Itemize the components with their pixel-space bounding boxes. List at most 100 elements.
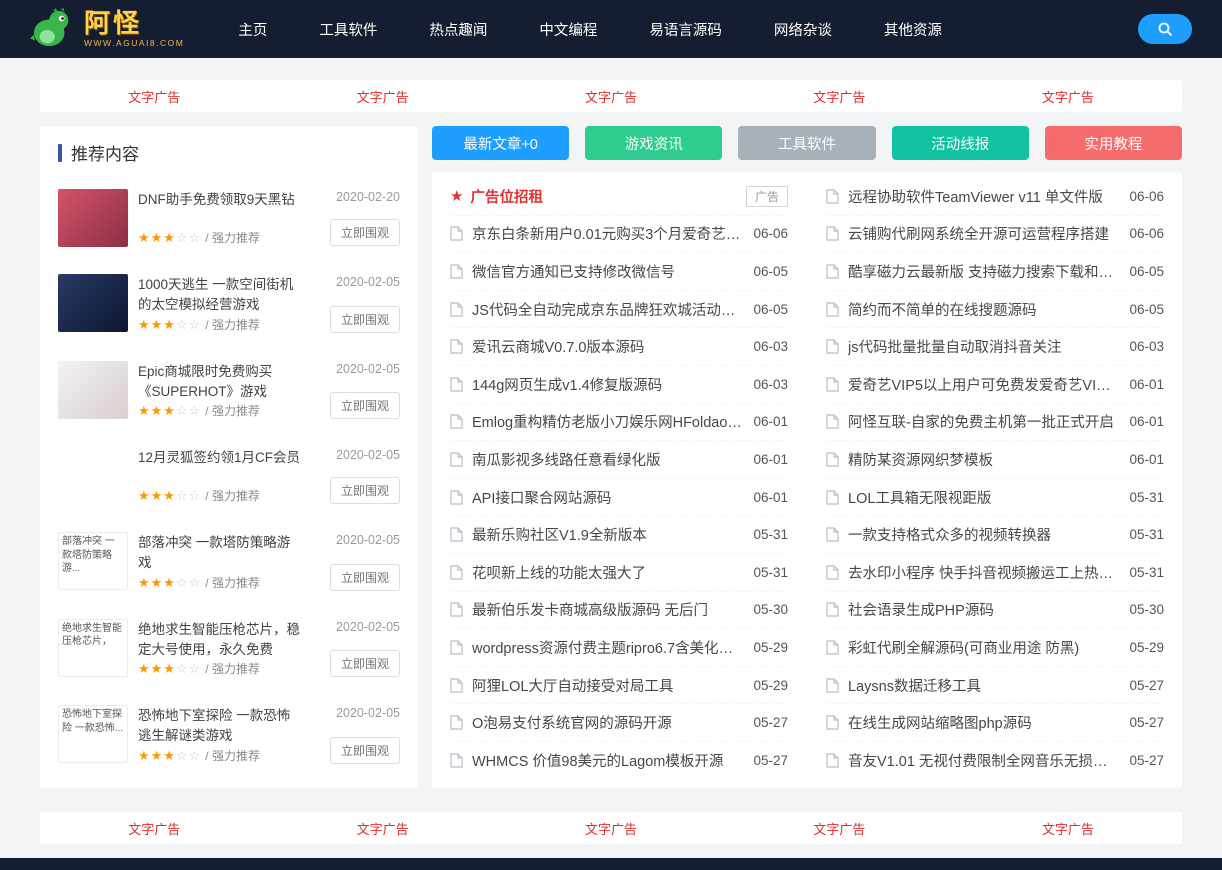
document-icon: [450, 602, 463, 617]
article-title: 去水印小程序 快手抖音视频搬运工上热门...: [848, 565, 1120, 582]
nav-item-4[interactable]: 易语言源码: [647, 13, 724, 46]
document-icon: [826, 677, 839, 693]
article-title: 社会语录生成PHP源码: [848, 603, 994, 620]
article-title: Laysns数据迁移工具: [848, 678, 981, 695]
document-icon: [826, 565, 839, 580]
document-icon: [826, 715, 839, 730]
article-row[interactable]: Emlog重构精仿老版小刀娱乐网HFoldao模... 06-01: [450, 404, 788, 442]
article-row[interactable]: Laysns数据迁移工具 05-27: [826, 667, 1164, 705]
article-row[interactable]: 最新伯乐发卡商城高级版源码 无后门 05-30: [450, 592, 788, 630]
article-row[interactable]: WHMCS 价值98美元的Lagom模板开源 05-27: [450, 742, 788, 780]
text-ad[interactable]: 文字广告: [268, 80, 496, 112]
article-row[interactable]: 144g网页生成v1.4修复版源码 06-03: [450, 366, 788, 404]
text-ad[interactable]: 文字广告: [40, 812, 268, 844]
nav-item-3[interactable]: 中文编程: [537, 13, 599, 46]
item-date: 2020-02-20: [336, 190, 400, 204]
recommended-item[interactable]: 绝地求生智能压枪芯片， 绝地求生智能压枪芯片，稳定大号使用，永久免费 ★★★☆☆ / …: [58, 605, 400, 692]
recommended-item[interactable]: DNF助手免费领取9天黑钻 ★★★☆☆ / 强力推荐 2020-02-20 立即围观: [58, 175, 400, 260]
article-row[interactable]: O泡易支付系统官网的源码开源 05-27: [450, 704, 788, 742]
document-icon: [826, 602, 839, 617]
article-row[interactable]: 阿狸LOL大厅自动接受对局工具 05-29: [450, 667, 788, 705]
tab-2[interactable]: 工具软件: [738, 126, 876, 160]
recommended-item[interactable]: 恐怖地下室探险 一款恐怖... 恐怖地下室探险 一款恐怖逃生解谜类游戏 ★★★☆☆ /…: [58, 691, 400, 778]
text-ad[interactable]: 文字广告: [725, 812, 953, 844]
tab-0[interactable]: 最新文章+0: [432, 126, 570, 160]
stars-filled-icon: ★★★: [138, 574, 176, 590]
tab-4[interactable]: 实用教程: [1044, 126, 1183, 160]
text-ad[interactable]: 文字广告: [725, 80, 953, 112]
article-row[interactable]: 南瓜影视多线路任意看绿化版 06-01: [450, 441, 788, 479]
view-now-button[interactable]: 立即围观: [329, 477, 400, 504]
tab-3[interactable]: 活动线报: [891, 126, 1029, 160]
nav-item-6[interactable]: 其他资源: [882, 13, 944, 46]
article-title: 微信官方通知已支持修改微信号: [472, 264, 675, 281]
tab-1[interactable]: 游戏资讯: [585, 126, 723, 160]
ad-slot-row[interactable]: ★ 广告位招租 广告: [450, 178, 788, 216]
article-row[interactable]: 云铺购代刷网系统全开源可运营程序搭建 06-06: [826, 216, 1164, 254]
article-row[interactable]: 爱讯云商城V0.7.0版本源码 06-03: [450, 328, 788, 366]
recommended-item[interactable]: 1000天逃生 一款空间街机的太空模拟经营游戏 ★★★☆☆ / 强力推荐 2020-0…: [58, 260, 400, 347]
article-row[interactable]: 简约而不简单的在线搜题源码 06-05: [826, 291, 1164, 329]
logo-subtitle: WWW.AGUAI8.COM: [84, 38, 185, 49]
view-now-button[interactable]: 立即围观: [329, 305, 400, 333]
article-row[interactable]: 微信官方通知已支持修改微信号 06-05: [450, 253, 788, 291]
article-row[interactable]: LOL工具箱无限视距版 05-31: [826, 479, 1164, 517]
item-title: 12月灵狐签约领1月CF会员: [138, 450, 301, 465]
recommended-item[interactable]: 12月灵狐签约领1月CF会员 ★★★☆☆ / 强力推荐 2020-02-05 立即围观: [58, 433, 400, 518]
article-row[interactable]: wordpress资源付费主题ripro6.7含美化包... 05-29: [450, 629, 788, 667]
text-ad-label: 文字广告: [813, 821, 866, 837]
text-ad[interactable]: 文字广告: [954, 812, 1182, 844]
nav-item-1[interactable]: 工具软件: [317, 13, 379, 46]
view-now-button[interactable]: 立即围观: [329, 563, 400, 591]
article-row[interactable]: 爱奇艺VIP5以上用户可免费发爱奇艺VIP红包 06-01: [826, 366, 1164, 404]
article-row[interactable]: 彩虹代刷全解源码(可商业用途 防黑) 05-29: [826, 629, 1164, 667]
recommended-list: DNF助手免费领取9天黑钻 ★★★☆☆ / 强力推荐 2020-02-20 立即围观 10…: [58, 175, 400, 778]
view-now-button[interactable]: 立即围观: [329, 736, 400, 764]
view-now-button[interactable]: 立即围观: [329, 392, 400, 419]
article-row[interactable]: 去水印小程序 快手抖音视频搬运工上热门... 05-31: [826, 554, 1164, 592]
article-list-right: 远程协助软件TeamViewer v11 单文件版 06-06 云铺购代刷网系统全开…: [826, 178, 1164, 778]
view-now-button[interactable]: 立即围观: [329, 650, 400, 677]
article-row[interactable]: JS代码全自动完成京东品牌狂欢城活动任务 06-05: [450, 291, 788, 329]
article-title: wordpress资源付费主题ripro6.7含美化包...: [472, 640, 744, 657]
item-meta: 2020-02-05 立即围观: [312, 532, 400, 592]
nav-item-2[interactable]: 热点趣闻: [427, 13, 489, 46]
article-title: O泡易支付系统官网的源码开源: [472, 716, 672, 733]
recommend-label: / 强力推荐: [205, 404, 260, 418]
article-row[interactable]: 音友V1.01 无视付费限制全网音乐无损免费... 05-27: [826, 742, 1164, 780]
article-date: 06-05: [1129, 263, 1164, 279]
view-now-button[interactable]: 立即围观: [329, 219, 400, 246]
item-rating: ★★★☆☆ / 强力推荐: [138, 747, 302, 764]
text-ad[interactable]: 文字广告: [497, 80, 725, 112]
article-row[interactable]: 远程协助软件TeamViewer v11 单文件版 06-06: [826, 178, 1164, 216]
stars-empty-icon: ☆☆: [175, 403, 202, 418]
article-row[interactable]: 一款支持格式众多的视频转换器 05-31: [826, 516, 1164, 554]
text-ad[interactable]: 文字广告: [40, 80, 268, 112]
article-row[interactable]: 酷享磁力云最新版 支持磁力搜索下载和一... 06-05: [826, 253, 1164, 291]
article-row[interactable]: 花呗新上线的功能太强大了 05-31: [450, 554, 788, 592]
recommended-item[interactable]: Epic商城限时免费购买《SUPERHOT》游戏 ★★★☆☆ / 强力推荐 2020-…: [58, 347, 400, 434]
text-ad[interactable]: 文字广告: [954, 80, 1182, 112]
text-ad[interactable]: 文字广告: [268, 812, 496, 844]
article-row[interactable]: 社会语录生成PHP源码 05-30: [826, 592, 1164, 630]
recommended-item[interactable]: 部落冲突 一款塔防策略游... 部落冲突 一款塔防策略游戏 ★★★☆☆ / 强力推荐 2…: [58, 518, 400, 605]
document-icon: [826, 640, 839, 655]
article-row[interactable]: 阿怪互联-自家的免费主机第一批正式开启 06-01: [826, 404, 1164, 442]
article-row[interactable]: 最新乐购社区V1.9全新版本 05-31: [450, 516, 788, 554]
footer-bar: [0, 858, 1222, 870]
article-title: 简约而不简单的在线搜题源码: [848, 302, 1037, 319]
article-row[interactable]: 京东白条新用户0.01元购买3个月爱奇艺黄... 06-06: [450, 216, 788, 254]
site-logo[interactable]: 阿怪 WWW.AGUAI8.COM: [30, 8, 184, 50]
article-date: 05-31: [753, 564, 788, 580]
article-date: 05-27: [753, 753, 788, 769]
nav-item-5[interactable]: 网络杂谈: [772, 13, 834, 46]
nav-item-0[interactable]: 主页: [236, 13, 269, 46]
article-row[interactable]: js代码批量批量自动取消抖音关注 06-03: [826, 328, 1164, 366]
article-row[interactable]: API接口聚合网站源码 06-01: [450, 479, 788, 517]
site-header: 阿怪 WWW.AGUAI8.COM 主页 工具软件 热点趣闻 中文编程 易语言源码 网络杂…: [0, 0, 1222, 58]
item-main: DNF助手免费领取9天黑钻 ★★★☆☆ / 强力推荐: [138, 189, 302, 247]
search-button[interactable]: [1138, 14, 1192, 44]
article-row[interactable]: 在线生成网站缩略图php源码 05-27: [826, 704, 1164, 742]
article-row[interactable]: 精防某资源网织梦模板 06-01: [826, 441, 1164, 479]
text-ad[interactable]: 文字广告: [497, 812, 725, 844]
